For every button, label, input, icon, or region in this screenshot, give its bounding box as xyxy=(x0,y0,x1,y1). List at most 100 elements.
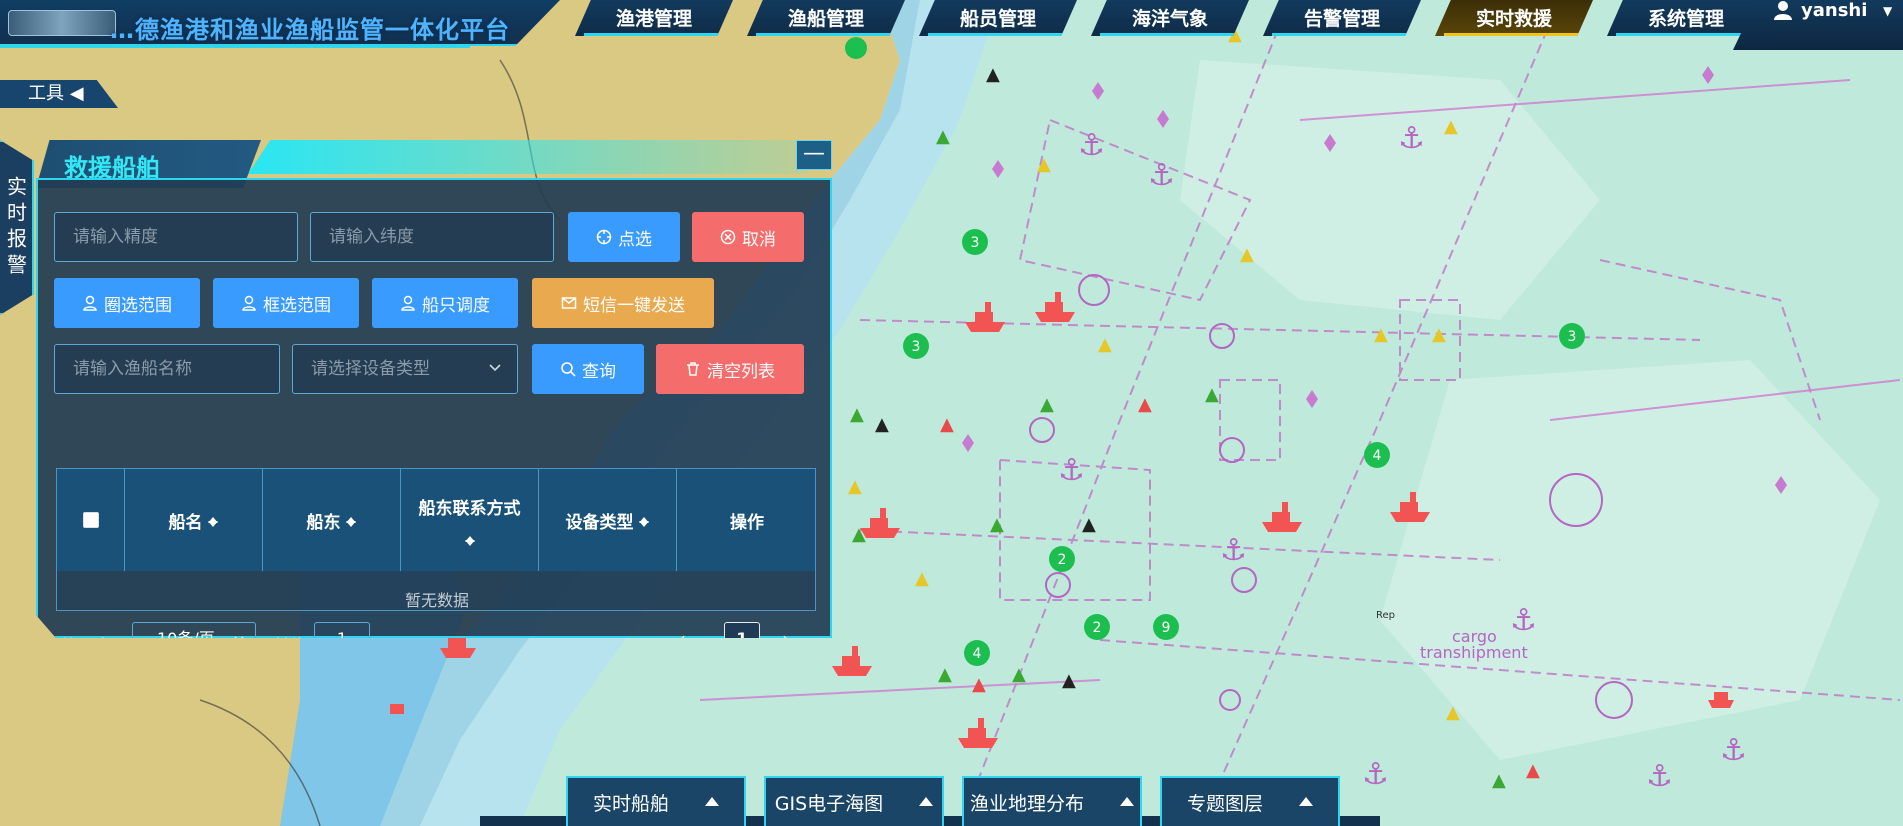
col-owner-contact[interactable]: 船东联系方式 xyxy=(401,469,539,571)
nav-tab-alarm[interactable]: 告警管理 xyxy=(1263,0,1421,36)
box-range-label: 框选范围 xyxy=(263,295,331,316)
close-circle-icon xyxy=(720,229,736,245)
nav-tab-port[interactable]: 渔港管理 xyxy=(575,0,733,36)
longitude-input[interactable] xyxy=(73,213,297,261)
svg-text:▲: ▲ xyxy=(850,404,864,425)
user-outline-icon xyxy=(401,295,415,311)
device-type-select[interactable]: 请选择设备类型 xyxy=(292,344,518,394)
sms-send-button[interactable]: 短信一键发送 xyxy=(532,278,714,328)
nav-tab-vessel[interactable]: 渔船管理 xyxy=(747,0,905,36)
sms-send-label: 短信一键发送 xyxy=(583,295,685,316)
latitude-input[interactable] xyxy=(329,213,553,261)
svg-text:transhipment: transhipment xyxy=(1420,643,1528,662)
svg-text:2: 2 xyxy=(1058,552,1067,568)
svg-text:▲: ▲ xyxy=(1098,334,1112,355)
title-underline xyxy=(0,46,470,48)
svg-text:4: 4 xyxy=(973,646,982,662)
svg-text:▲: ▲ xyxy=(936,126,950,147)
bottom-layer-tabs: 实时船舶 GIS电子海图 渔业地理分布 专题图层 xyxy=(0,776,1903,826)
svg-text:▲: ▲ xyxy=(1432,324,1446,345)
panel-title: 救援船舶 xyxy=(64,154,160,182)
user-outline-icon xyxy=(83,295,97,311)
svg-text:▲: ▲ xyxy=(940,414,954,435)
clear-list-label: 清空列表 xyxy=(707,361,775,382)
caret-left-icon: ◀ xyxy=(69,83,84,104)
select-all-checkbox[interactable] xyxy=(82,512,99,528)
sort-icon xyxy=(464,531,476,547)
svg-text:⚓: ⚓ xyxy=(1510,603,1537,638)
user-name: yanshi xyxy=(1801,0,1868,21)
table-empty-text: 暂无数据 xyxy=(404,591,469,610)
panel-header-accent xyxy=(248,140,808,174)
tab-gis-chart[interactable]: GIS电子海图 xyxy=(764,776,944,826)
select-all-cell xyxy=(57,469,125,571)
caret-up-icon xyxy=(1120,790,1134,806)
svg-text:▲: ▲ xyxy=(972,674,986,695)
svg-text:4: 4 xyxy=(1373,448,1382,464)
svg-text:▲: ▲ xyxy=(1240,244,1254,265)
svg-text:2: 2 xyxy=(1093,620,1102,636)
svg-text:▲: ▲ xyxy=(1374,324,1388,345)
vessel-name-input-wrapper xyxy=(54,344,280,394)
caret-up-icon xyxy=(705,790,719,806)
svg-text:▲: ▲ xyxy=(1012,664,1026,685)
svg-text:▲: ▲ xyxy=(1082,514,1096,535)
rescue-vessel-table: 船名 船东 船东联系方式 设备类型 操作 暂无数据 xyxy=(56,468,816,611)
svg-text:▲: ▲ xyxy=(1444,116,1458,137)
svg-text:▲: ▲ xyxy=(1205,384,1219,405)
svg-text:▲: ▲ xyxy=(938,664,952,685)
nav-tab-weather[interactable]: 海洋气象 xyxy=(1091,0,1249,36)
tab-thematic-layers[interactable]: 专题图层 xyxy=(1160,776,1340,826)
nav-tab-rescue[interactable]: 实时救援 xyxy=(1435,0,1593,36)
caret-down-icon: ▼ xyxy=(1883,4,1893,18)
search-icon xyxy=(561,362,576,377)
nav-tab-system[interactable]: 系统管理 xyxy=(1607,0,1765,36)
col-vessel-name-label: 船名 xyxy=(168,512,203,533)
nav-tab-crew[interactable]: 船员管理 xyxy=(919,0,1077,36)
user-menu[interactable]: yanshi ▼ xyxy=(1733,0,1903,50)
tab-realtime-vessels[interactable]: 实时船舶 xyxy=(566,776,746,826)
svg-text:▲: ▲ xyxy=(1040,394,1054,415)
col-owner-label: 船东 xyxy=(306,512,341,533)
vessel-name-input[interactable] xyxy=(73,345,279,393)
vessel-dispatch-label: 船只调度 xyxy=(422,295,490,316)
pick-point-label: 点选 xyxy=(618,229,652,250)
minimize-button[interactable]: — xyxy=(796,140,832,170)
vessel-dispatch-button[interactable]: 船只调度 xyxy=(372,278,518,328)
rescue-vessel-panel: 救援船舶 — 点选 取消 圈选范围 框选范围 船只调度 xyxy=(36,138,832,638)
box-range-button[interactable]: 框选范围 xyxy=(213,278,359,328)
circle-range-label: 圈选范围 xyxy=(104,295,172,316)
crosshair-icon xyxy=(596,229,612,245)
latitude-input-wrapper xyxy=(310,212,554,262)
svg-text:⚓: ⚓ xyxy=(1220,533,1247,568)
caret-up-icon xyxy=(919,790,934,806)
sort-icon xyxy=(345,512,357,528)
circle-range-button[interactable]: 圈选范围 xyxy=(54,278,200,328)
col-owner[interactable]: 船东 xyxy=(263,469,401,571)
query-button[interactable]: 查询 xyxy=(532,344,644,394)
sort-icon xyxy=(638,512,650,528)
col-actions-label: 操作 xyxy=(730,512,764,533)
sort-icon xyxy=(207,512,219,528)
tab-realtime-vessels-label: 实时船舶 xyxy=(592,792,669,815)
svg-text:3: 3 xyxy=(912,339,921,355)
tab-fishery-distribution[interactable]: 渔业地理分布 xyxy=(962,776,1142,826)
cancel-button[interactable]: 取消 xyxy=(692,212,804,262)
svg-text:▲: ▲ xyxy=(1138,394,1152,415)
svg-text:Rep: Rep xyxy=(1376,610,1395,621)
table-header: 船名 船东 船东联系方式 设备类型 操作 xyxy=(57,469,815,571)
caret-up-icon xyxy=(1299,790,1313,806)
col-owner-contact-label: 船东联系方式 xyxy=(418,498,521,519)
user-icon xyxy=(1774,1,1792,20)
col-device-type[interactable]: 设备类型 xyxy=(539,469,677,571)
realtime-alarm-tab[interactable]: 实时报警 xyxy=(0,140,34,315)
svg-text:▲: ▲ xyxy=(1446,702,1460,723)
clear-list-button[interactable]: 清空列表 xyxy=(656,344,804,394)
col-vessel-name[interactable]: 船名 xyxy=(125,469,263,571)
cluster-label: 3 xyxy=(971,235,980,251)
col-actions: 操作 xyxy=(677,469,815,571)
device-type-placeholder: 请选择设备类型 xyxy=(311,359,430,379)
svg-text:3: 3 xyxy=(1568,329,1577,345)
pick-point-button[interactable]: 点选 xyxy=(568,212,680,262)
svg-text:▲: ▲ xyxy=(986,64,1000,85)
